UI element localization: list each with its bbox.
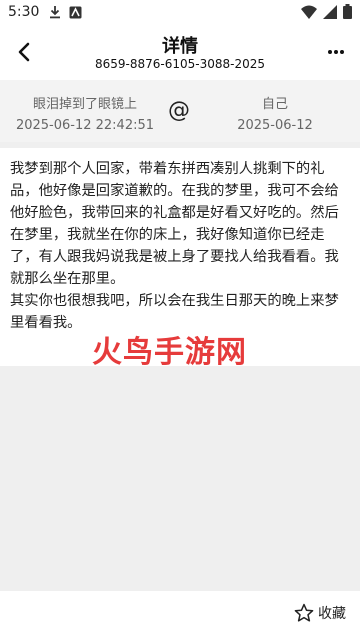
wifi-icon: [301, 5, 317, 19]
battery-icon: [343, 4, 352, 19]
star-icon: [294, 603, 314, 622]
app-notification-icon: [69, 6, 82, 18]
page-subtitle: 8659-8876-6105-3088-2025: [94, 57, 265, 71]
status-bar: 5:30: [0, 0, 360, 24]
signal-icon: [323, 4, 337, 19]
download-icon: [50, 6, 61, 19]
at-symbol: @: [168, 98, 190, 123]
bottom-bar: 收藏: [0, 591, 360, 639]
status-time: 5:30: [8, 4, 40, 20]
sender-name: 眼泪掉到了眼镜上: [32, 97, 137, 112]
more-options-button[interactable]: [324, 40, 348, 64]
status-system-icons: [301, 4, 352, 19]
recipient-name: 自己: [261, 97, 288, 112]
sender-info: 眼泪掉到了眼镜上 2025-06-12 22:42:51: [10, 96, 160, 136]
watermark: 火鸟手游网: [92, 335, 247, 370]
collect-button[interactable]: 收藏: [294, 603, 346, 623]
status-notification-icons: [49, 5, 82, 19]
page-title: 详情: [162, 36, 198, 57]
collect-label: 收藏: [318, 606, 346, 622]
more-dots-icon: [328, 50, 344, 54]
message-body: 我梦到那个人回家，带着东拼西凑别人挑剩下的礼品，他好像是回家道歉的。在我的梦里，…: [10, 161, 339, 331]
recipient-info: 自己 2025-06-12: [200, 96, 350, 136]
recipient-date: 2025-06-12: [237, 118, 313, 133]
app-bar: 详情 8659-8876-6105-3088-2025: [0, 24, 360, 80]
sender-time: 2025-06-12 22:42:51: [15, 118, 155, 133]
